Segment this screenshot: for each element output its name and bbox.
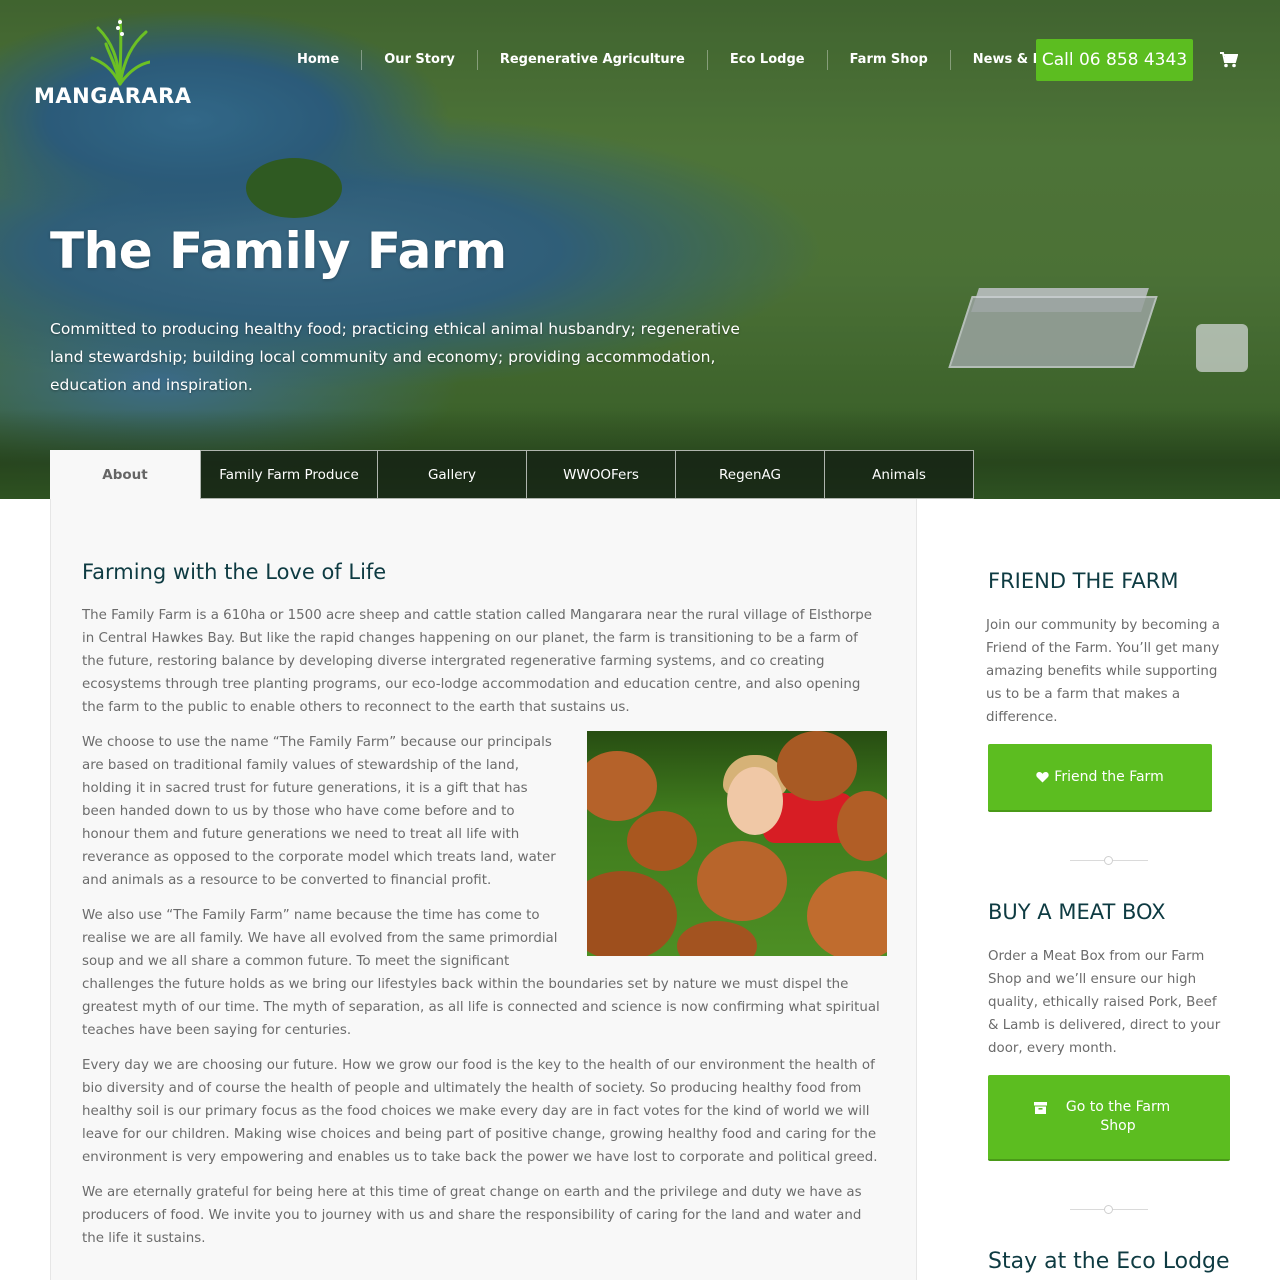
tab-regenag[interactable]: RegenAG — [676, 450, 825, 499]
divider-dot — [1104, 1205, 1113, 1214]
sidebar-divider — [1070, 1205, 1148, 1214]
paragraph-choosing-future: Every day we are choosing our future. Ho… — [82, 1058, 878, 1165]
photo-hen — [627, 811, 697, 871]
farm-shop-button-content: Go to the Farm Shop — [1034, 1098, 1184, 1136]
page-title: The Family Farm — [50, 222, 507, 280]
friend-the-farm-button[interactable]: Friend the Farm — [988, 744, 1212, 812]
nav-farm-shop[interactable]: Farm Shop — [826, 50, 950, 70]
nav-our-story[interactable]: Our Story — [361, 50, 477, 70]
photo-girl-face — [727, 767, 783, 835]
flax-plant-logo-icon — [90, 18, 150, 86]
paragraph-intro: The Family Farm is a 610ha or 1500 acre … — [82, 608, 873, 715]
go-to-farm-shop-button[interactable]: Go to the Farm Shop — [988, 1075, 1230, 1161]
girl-with-chickens-photo — [587, 731, 887, 956]
heart-icon — [1036, 771, 1049, 783]
call-button[interactable]: Call 06 858 4343 — [1036, 39, 1193, 81]
divider-dot — [1104, 856, 1113, 865]
archive-box-icon — [1034, 1102, 1047, 1114]
logo-wordmark: MANGARARA — [34, 84, 192, 108]
nav-eco-lodge[interactable]: Eco Lodge — [706, 50, 827, 70]
friend-button-label: Friend the Farm — [1054, 769, 1164, 785]
hero-vehicles — [1196, 324, 1248, 372]
tab-wwoofers[interactable]: WWOOFers — [527, 450, 676, 499]
tab-gallery[interactable]: Gallery — [378, 450, 527, 499]
tab-family-farm-produce[interactable]: Family Farm Produce — [200, 450, 378, 499]
article-body: We choose to use the name “The Family Fa… — [82, 731, 887, 1262]
friend-heading: FRIEND THE FARM — [988, 569, 1179, 593]
photo-hen — [697, 841, 787, 921]
nav-home[interactable]: Home — [286, 50, 361, 70]
photo-hen — [777, 731, 857, 801]
meatbox-heading: BUY A MEAT BOX — [988, 900, 1166, 924]
nav-regenerative-agriculture[interactable]: Regenerative Agriculture — [476, 50, 707, 70]
sidebar-divider — [1070, 856, 1148, 865]
friend-text: Join our community by becoming a Friend … — [986, 618, 1221, 725]
hero-island — [246, 158, 342, 218]
paragraph-grateful: We are eternally grateful for being here… — [82, 1185, 862, 1246]
content-tabs: About Family Farm Produce Gallery WWOOFe… — [50, 450, 974, 499]
hero-lodge — [948, 296, 1158, 368]
meatbox-text: Order a Meat Box from our Farm Shop and … — [988, 949, 1221, 1056]
site-logo[interactable]: MANGARARA — [34, 18, 191, 110]
ecolodge-heading: Stay at the Eco Lodge — [988, 1249, 1230, 1274]
shopping-cart-icon[interactable] — [1220, 52, 1238, 68]
page-subtitle: Committed to producing healthy food; pra… — [50, 320, 740, 394]
tab-about[interactable]: About — [50, 450, 200, 499]
main-content: Farming with the Love of Life The Family… — [50, 499, 917, 1280]
main-nav: Home Our Story Regenerative Agriculture … — [286, 50, 1104, 70]
tab-animals[interactable]: Animals — [825, 450, 974, 499]
farm-shop-button-label: Go to the Farm Shop — [1065, 1099, 1171, 1134]
section-heading: Farming with the Love of Life — [82, 560, 387, 584]
